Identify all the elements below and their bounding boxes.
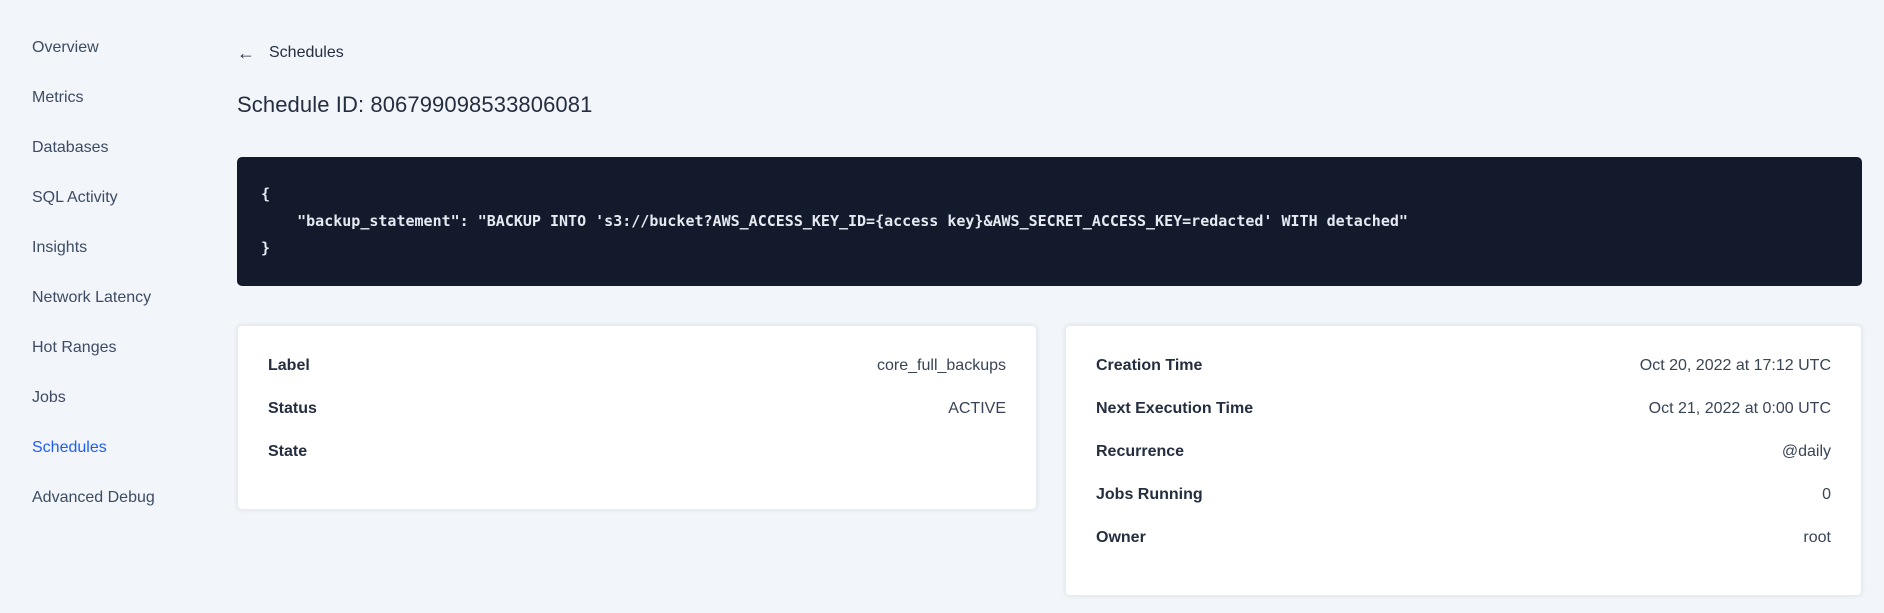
jobs-running-row: Jobs Running 0 xyxy=(1096,473,1831,516)
main-content: ← Schedules Schedule ID: 806799098533806… xyxy=(237,0,1862,596)
code-line: } xyxy=(261,239,271,257)
status-row-label: Status xyxy=(268,399,317,417)
sidebar: Overview Metrics Databases SQL Activity … xyxy=(0,0,205,613)
next-execution-time-label: Next Execution Time xyxy=(1096,399,1254,417)
status-row-value: ACTIVE xyxy=(948,399,1006,417)
back-to-schedules-link[interactable]: ← Schedules xyxy=(237,44,344,62)
owner-value: root xyxy=(1803,528,1831,546)
owner-row: Owner root xyxy=(1096,516,1831,559)
jobs-running-label: Jobs Running xyxy=(1096,485,1203,503)
recurrence-value: @daily xyxy=(1781,442,1831,460)
jobs-running-value: 0 xyxy=(1822,485,1831,503)
sidebar-item-hot-ranges[interactable]: Hot Ranges xyxy=(32,323,205,373)
next-execution-time-row: Next Execution Time Oct 21, 2022 at 0:00… xyxy=(1096,387,1831,430)
creation-time-value: Oct 20, 2022 at 17:12 UTC xyxy=(1639,356,1831,374)
owner-label: Owner xyxy=(1096,528,1146,546)
back-link-label: Schedules xyxy=(269,44,344,61)
next-execution-time-value: Oct 21, 2022 at 0:00 UTC xyxy=(1648,399,1831,417)
detail-cards: Label core_full_backups Status ACTIVE St… xyxy=(237,325,1862,596)
label-row-value: core_full_backups xyxy=(877,356,1006,374)
sidebar-item-overview[interactable]: Overview xyxy=(32,23,205,73)
backup-statement-code-block: { "backup_statement": "BACKUP INTO 's3:/… xyxy=(237,157,1862,286)
code-line: { xyxy=(261,185,271,203)
sidebar-item-databases[interactable]: Databases xyxy=(32,123,205,173)
creation-time-row: Creation Time Oct 20, 2022 at 17:12 UTC xyxy=(1096,344,1831,387)
state-row-label: State xyxy=(268,442,308,460)
label-row-label: Label xyxy=(268,356,310,374)
sidebar-item-schedules[interactable]: Schedules xyxy=(32,423,205,473)
state-row: State xyxy=(268,430,1006,473)
recurrence-row: Recurrence @daily xyxy=(1096,430,1831,473)
sidebar-item-network-latency[interactable]: Network Latency xyxy=(32,273,205,323)
sidebar-item-insights[interactable]: Insights xyxy=(32,223,205,273)
schedule-details-card: Label core_full_backups Status ACTIVE St… xyxy=(237,325,1037,510)
label-row: Label core_full_backups xyxy=(268,344,1006,387)
sidebar-item-metrics[interactable]: Metrics xyxy=(32,73,205,123)
schedule-timing-card: Creation Time Oct 20, 2022 at 17:12 UTC … xyxy=(1065,325,1862,596)
sidebar-item-sql-activity[interactable]: SQL Activity xyxy=(32,173,205,223)
code-line: "backup_statement": "BACKUP INTO 's3://b… xyxy=(261,212,1408,230)
back-arrow-icon: ← xyxy=(237,43,255,63)
recurrence-label: Recurrence xyxy=(1096,442,1185,460)
status-row: Status ACTIVE xyxy=(268,387,1006,430)
sidebar-item-jobs[interactable]: Jobs xyxy=(32,373,205,423)
sidebar-item-advanced-debug[interactable]: Advanced Debug xyxy=(32,473,205,523)
page-title: Schedule ID: 806799098533806081 xyxy=(237,92,593,117)
creation-time-label: Creation Time xyxy=(1096,356,1203,374)
